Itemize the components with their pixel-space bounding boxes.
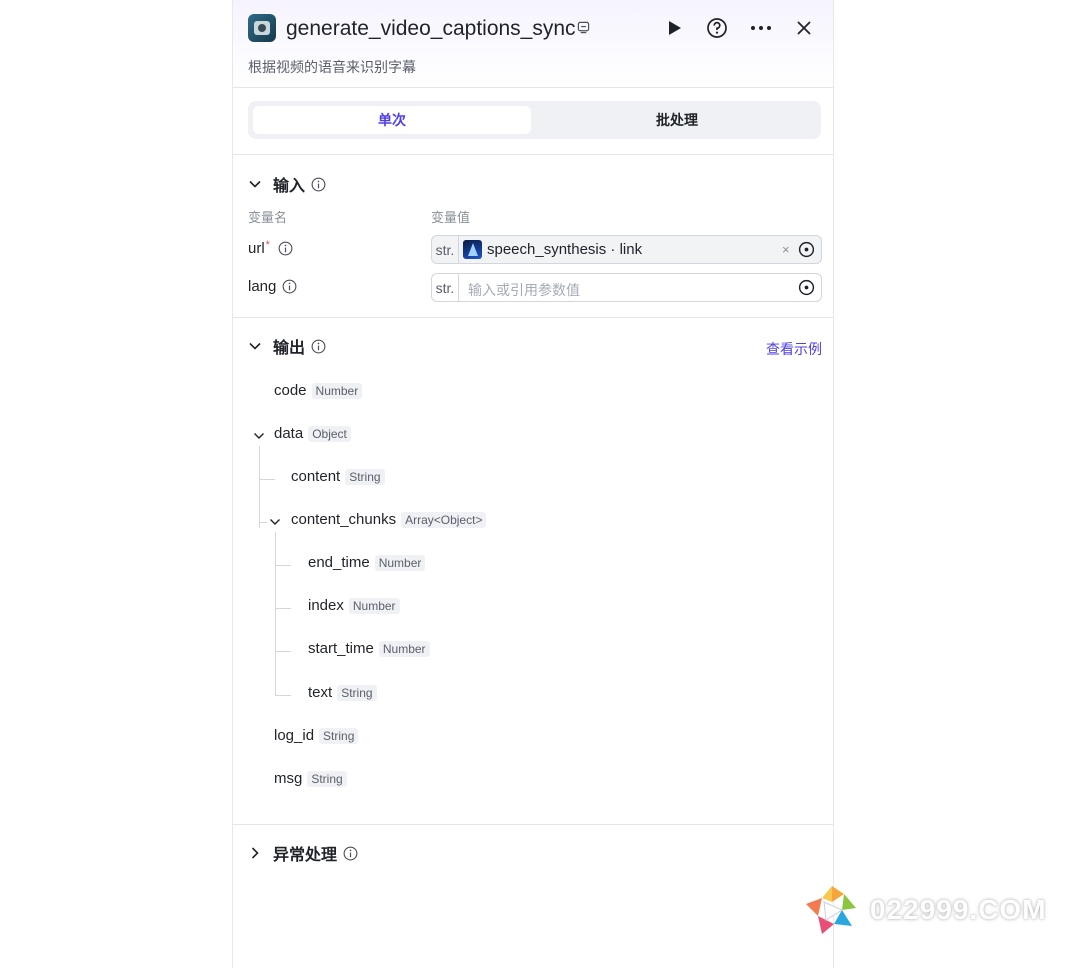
exception-section-title: 异常处理 bbox=[273, 847, 338, 864]
divider bbox=[233, 824, 833, 825]
close-button[interactable] bbox=[792, 16, 816, 40]
type-prefix: str. bbox=[432, 236, 459, 263]
param-label-lang: lang bbox=[248, 278, 297, 295]
lang-value-field[interactable]: str. 输入或引用参数值 bbox=[431, 273, 822, 302]
info-icon[interactable] bbox=[311, 339, 326, 354]
column-label-name: 变量名 bbox=[248, 210, 288, 225]
type-tag: String bbox=[337, 684, 377, 701]
field-name: index bbox=[308, 597, 344, 614]
field-name: text bbox=[308, 684, 333, 701]
type-tag: Array<Object> bbox=[401, 511, 487, 528]
exception-section-header[interactable]: 异常处理 bbox=[248, 841, 358, 865]
field-name: log_id bbox=[274, 727, 315, 744]
panel-header: generate_video_captions_sync 根据视频的语音来识别字… bbox=[233, 0, 833, 88]
node-title: generate_video_captions_sync bbox=[286, 17, 576, 40]
tab-batch[interactable]: 批处理 bbox=[538, 106, 816, 134]
reference-separator: · bbox=[606, 241, 620, 258]
node-panel: generate_video_captions_sync 根据视频的语音来识别字… bbox=[232, 0, 834, 968]
chevron-right-icon bbox=[251, 847, 259, 859]
reference-picker-icon[interactable] bbox=[798, 241, 815, 258]
tree-line bbox=[259, 522, 267, 523]
info-icon[interactable] bbox=[311, 177, 326, 192]
help-icon bbox=[707, 18, 727, 38]
tree-line bbox=[275, 651, 291, 652]
param-label-url: url * bbox=[248, 238, 293, 257]
field-name: content_chunks bbox=[291, 511, 397, 528]
url-value-field[interactable]: str. speech_synthesis · link × bbox=[431, 235, 822, 264]
divider bbox=[233, 87, 833, 88]
more-button[interactable] bbox=[749, 16, 773, 40]
output-section-header[interactable]: 输出 bbox=[248, 334, 326, 358]
field-name: start_time bbox=[308, 640, 374, 657]
param-name: lang bbox=[248, 278, 277, 295]
output-field-content-chunks: content_chunks Array<Object> bbox=[291, 511, 487, 528]
clear-button[interactable]: × bbox=[782, 242, 790, 257]
divider bbox=[233, 317, 833, 318]
tree-line bbox=[275, 532, 276, 696]
watermark-logo-icon bbox=[806, 886, 856, 934]
reference-field: link bbox=[619, 241, 643, 258]
type-tag: Number bbox=[311, 382, 363, 399]
close-icon bbox=[797, 21, 811, 35]
param-name: url bbox=[248, 240, 265, 257]
tree-line bbox=[275, 695, 291, 696]
output-field-msg: msg String bbox=[274, 770, 347, 787]
output-field-index: index Number bbox=[308, 597, 400, 614]
input-section-title: 输入 bbox=[273, 178, 306, 195]
output-section-title: 输出 bbox=[273, 340, 306, 357]
field-name: msg bbox=[274, 770, 303, 787]
output-field-text: text String bbox=[308, 684, 377, 701]
tree-line bbox=[259, 446, 260, 528]
type-tag: Number bbox=[374, 554, 426, 571]
field-name: end_time bbox=[308, 554, 370, 571]
type-tag: Object bbox=[308, 425, 351, 442]
tree-line bbox=[275, 565, 291, 566]
type-tag: String bbox=[345, 468, 385, 485]
run-mode-tabs: 单次 批处理 bbox=[248, 101, 821, 139]
output-field-end-time: end_time Number bbox=[308, 554, 426, 571]
watermark: 022999.COM bbox=[804, 884, 1047, 936]
more-icon bbox=[751, 26, 771, 30]
type-tag: Number bbox=[348, 597, 400, 614]
column-label-value: 变量值 bbox=[431, 210, 471, 225]
field-name: content bbox=[291, 468, 341, 485]
required-mark: * bbox=[265, 238, 270, 251]
chevron-down-icon bbox=[249, 342, 261, 350]
tree-line bbox=[259, 479, 275, 480]
info-icon[interactable] bbox=[278, 241, 293, 256]
output-field-code: code Number bbox=[274, 382, 363, 399]
output-field-start-time: start_time Number bbox=[308, 640, 430, 657]
reference-value: speech_synthesis · link bbox=[487, 241, 642, 258]
output-field-content: content String bbox=[291, 468, 385, 485]
play-icon bbox=[669, 21, 681, 35]
watermark-text: 022999.COM bbox=[870, 894, 1047, 925]
tab-single[interactable]: 单次 bbox=[253, 106, 531, 134]
type-tag: String bbox=[307, 770, 347, 787]
info-icon[interactable] bbox=[343, 846, 358, 861]
input-section-header[interactable]: 输入 bbox=[248, 172, 326, 196]
info-icon[interactable] bbox=[282, 279, 297, 294]
type-tag: String bbox=[319, 727, 359, 744]
node-description: 根据视频的语音来识别字幕 bbox=[248, 59, 416, 75]
run-button[interactable] bbox=[663, 16, 687, 40]
reference-node: speech_synthesis bbox=[487, 241, 607, 258]
field-name: data bbox=[274, 425, 304, 442]
field-name: code bbox=[274, 382, 307, 399]
node-reference-icon bbox=[463, 240, 482, 259]
chevron-down-icon[interactable] bbox=[269, 516, 281, 528]
help-button[interactable] bbox=[705, 16, 729, 40]
chevron-down-icon[interactable] bbox=[253, 430, 265, 442]
output-field-data: data Object bbox=[274, 425, 351, 442]
output-field-log-id: log_id String bbox=[274, 727, 359, 744]
lang-input-placeholder: 输入或引用参数值 bbox=[468, 282, 580, 298]
view-example-link[interactable]: 查看示例 bbox=[766, 339, 822, 359]
type-tag: Number bbox=[378, 640, 430, 657]
plugin-icon bbox=[248, 14, 276, 42]
type-prefix: str. bbox=[432, 274, 459, 301]
chevron-down-icon bbox=[249, 180, 261, 188]
tree-line bbox=[275, 608, 291, 609]
plugin-badge-icon bbox=[577, 21, 590, 34]
reference-picker-icon[interactable] bbox=[798, 279, 815, 296]
divider bbox=[233, 154, 833, 155]
